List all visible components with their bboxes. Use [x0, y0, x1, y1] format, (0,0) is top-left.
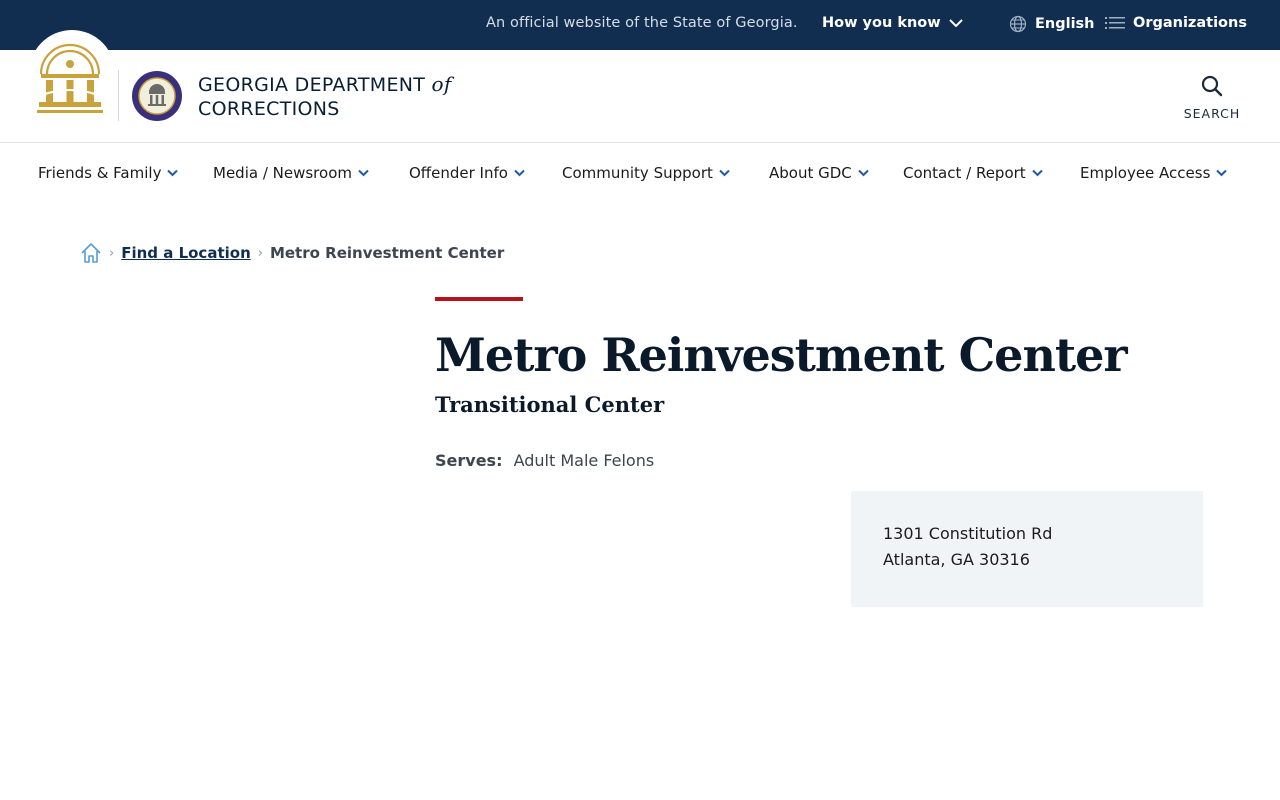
- agency-name-line1: GEORGIA DEPARTMENT: [198, 74, 426, 96]
- nav-item-label: Contact / Report: [903, 164, 1026, 182]
- main-navigation: Friends & Family Media / Newsroom Offend…: [0, 143, 1280, 203]
- home-icon[interactable]: [80, 242, 102, 264]
- official-banner: An official website of the State of Geor…: [0, 0, 1280, 50]
- serves-info: Serves: Adult Male Felons: [435, 451, 654, 470]
- address-line2: Atlanta, GA 30316: [883, 550, 1030, 569]
- nav-item-community-support[interactable]: Community Support: [562, 164, 730, 182]
- page-title: Metro Reinvestment Center: [435, 328, 1128, 382]
- organizations-button[interactable]: Organizations: [1105, 15, 1247, 31]
- nav-item-label: Media / Newsroom: [213, 164, 352, 182]
- official-site-text: An official website of the State of Geor…: [486, 15, 798, 31]
- chevron-down-icon: [858, 169, 869, 177]
- search-button[interactable]: SEARCH: [1180, 74, 1244, 121]
- how-you-know-label: How you know: [822, 15, 941, 31]
- breadcrumb-current: Metro Reinvestment Center: [269, 244, 505, 262]
- list-icon: [1105, 17, 1125, 29]
- gdc-department-seal-logo[interactable]: [131, 70, 183, 122]
- nav-item-contact-report[interactable]: Contact / Report: [903, 164, 1043, 182]
- nav-item-label: Community Support: [562, 164, 713, 182]
- organizations-label: Organizations: [1133, 15, 1247, 31]
- search-label: SEARCH: [1183, 106, 1241, 121]
- nav-item-employee-access[interactable]: Employee Access: [1080, 164, 1228, 182]
- globe-icon: [1009, 15, 1027, 33]
- nav-item-label: Employee Access: [1080, 164, 1211, 182]
- agency-name-of: of: [431, 72, 452, 96]
- address-card: 1301 Constitution Rd Atlanta, GA 30316: [851, 491, 1203, 607]
- title-accent-bar: [435, 297, 523, 301]
- logo-divider: [118, 70, 119, 121]
- nav-item-friends-family[interactable]: Friends & Family: [38, 164, 179, 182]
- search-icon: [1201, 75, 1223, 97]
- chevron-down-icon: [358, 169, 369, 177]
- chevron-down-icon: [719, 169, 730, 177]
- chevron-right-icon: ›: [109, 245, 115, 261]
- agency-name-line2: CORRECTIONS: [198, 98, 340, 120]
- chevron-down-icon: [1031, 169, 1043, 177]
- nav-item-offender-info[interactable]: Offender Info: [409, 164, 525, 182]
- nav-item-label: About GDC: [769, 164, 852, 182]
- chevron-down-icon: [1216, 169, 1228, 177]
- nav-item-about-gdc[interactable]: About GDC: [769, 164, 869, 182]
- georgia-state-seal-logo[interactable]: [37, 42, 103, 116]
- page-subtitle: Transitional Center: [435, 392, 665, 417]
- agency-name[interactable]: GEORGIA DEPARTMENT of CORRECTIONS: [198, 72, 452, 121]
- breadcrumb-link-find-a-location[interactable]: Find a Location: [121, 244, 251, 262]
- language-label: English: [1035, 16, 1095, 32]
- site-header: [0, 50, 1280, 143]
- chevron-down-icon: [514, 169, 525, 177]
- chevron-right-icon: ›: [257, 245, 263, 261]
- nav-item-label: Offender Info: [409, 164, 508, 182]
- chevron-down-icon: [948, 19, 963, 28]
- breadcrumb: › Find a Location › Metro Reinvestment C…: [80, 240, 504, 266]
- language-selector[interactable]: English: [1009, 15, 1095, 33]
- how-you-know-button[interactable]: How you know: [822, 15, 963, 31]
- serves-label: Serves:: [435, 451, 503, 470]
- serves-value: Adult Male Felons: [513, 451, 655, 470]
- nav-item-label: Friends & Family: [38, 164, 162, 182]
- address-line1: 1301 Constitution Rd: [883, 524, 1053, 543]
- nav-item-media-newsroom[interactable]: Media / Newsroom: [213, 164, 369, 182]
- chevron-down-icon: [167, 169, 179, 177]
